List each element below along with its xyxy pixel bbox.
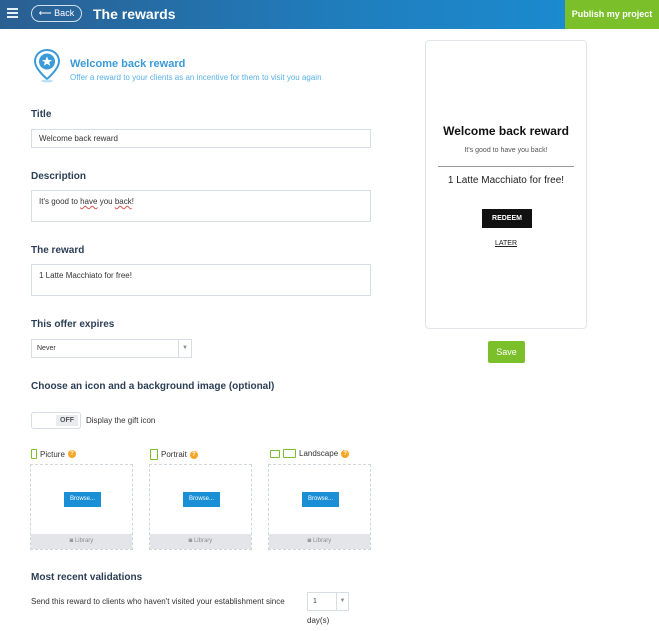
library-button[interactable]: ◙ Library (150, 534, 251, 549)
preview-subtitle: It's good to have you back! (464, 147, 548, 154)
browse-button[interactable]: Browse... (64, 492, 101, 507)
browse-button[interactable]: Browse... (302, 492, 339, 507)
reward-preview: Welcome back reward It's good to have yo… (425, 40, 587, 329)
hamburger-icon[interactable] (7, 8, 20, 20)
landscape-header: Landscape ? (270, 449, 350, 458)
redeem-button[interactable]: REDEEM (482, 209, 532, 228)
reward-type-subtitle: Offer a reward to your clients as an inc… (70, 73, 322, 82)
picture-dropzone[interactable]: Browse... ◙ Library (30, 464, 133, 550)
picture-header: Picture ? (31, 449, 76, 459)
help-icon[interactable]: ? (67, 450, 76, 458)
reward-label: The reward (31, 245, 85, 256)
description-text-part: you (97, 197, 115, 206)
browse-button[interactable]: Browse... (183, 492, 220, 507)
portrait-label: Portrait (161, 450, 187, 459)
toggle-state: OFF (56, 415, 78, 426)
description-text-part: back (114, 197, 132, 206)
phone-icon (31, 449, 37, 459)
title-input[interactable]: Welcome back reward (31, 129, 371, 148)
title-label: Title (31, 109, 52, 120)
later-link[interactable]: LATER (426, 240, 586, 247)
top-bar: ⟵ Back The rewards Publish my project (0, 0, 659, 29)
chevron-down-icon: ▼ (336, 593, 348, 610)
description-text-part: It's good to (39, 197, 81, 206)
expires-value: Never (37, 345, 56, 352)
tablet-portrait-icon (150, 449, 158, 460)
validations-text: Send this reward to clients who haven't … (31, 597, 285, 606)
description-text-part: ! (131, 197, 134, 206)
description-text-part: have (80, 197, 98, 206)
validations-label: Most recent validations (31, 572, 143, 583)
expires-label: This offer expires (31, 319, 115, 330)
expires-select[interactable]: Never ▼ (31, 339, 192, 358)
library-button[interactable]: ◙ Library (31, 534, 132, 549)
library-button[interactable]: ◙ Library (269, 534, 370, 549)
days-select[interactable]: 1 ▼ (307, 592, 349, 611)
gift-icon-toggle-label: Display the gift icon (86, 416, 156, 425)
library-label: Library (74, 538, 94, 544)
portrait-header: Portrait ? (150, 449, 198, 460)
gift-icon-toggle[interactable]: OFF (31, 412, 81, 429)
desktop-icon (283, 449, 296, 458)
help-icon[interactable]: ? (189, 450, 198, 459)
images-section-label: Choose an icon and a background image (o… (31, 381, 275, 392)
save-button[interactable]: Save (488, 341, 525, 363)
page-title: The rewards (93, 6, 176, 22)
preview-title: Welcome back reward (443, 124, 569, 138)
map-pin-star-icon (33, 48, 61, 83)
preview-divider (438, 166, 574, 167)
back-button[interactable]: ⟵ Back (31, 5, 82, 22)
library-label: Library (312, 538, 332, 544)
chevron-down-icon: ▼ (178, 340, 191, 357)
picture-label: Picture (40, 449, 65, 459)
portrait-dropzone[interactable]: Browse... ◙ Library (149, 464, 252, 550)
library-label: Library (193, 538, 213, 544)
tablet-landscape-icon (270, 449, 280, 458)
preview-reward: 1 Latte Macchiato for free! (447, 175, 565, 186)
days-value: 1 (313, 598, 317, 605)
description-label: Description (31, 171, 87, 182)
reward-type-title: Welcome back reward (70, 58, 186, 70)
landscape-label: Landscape (299, 449, 339, 458)
description-textarea[interactable]: It's good to have you back! (31, 190, 371, 222)
help-icon[interactable]: ? (341, 449, 350, 458)
landscape-dropzone[interactable]: Browse... ◙ Library (268, 464, 371, 550)
days-unit-label: day(s) (307, 616, 330, 625)
reward-textarea[interactable]: 1 Latte Macchiato for free! (31, 264, 371, 296)
publish-project-button[interactable]: Publish my project (565, 0, 659, 29)
